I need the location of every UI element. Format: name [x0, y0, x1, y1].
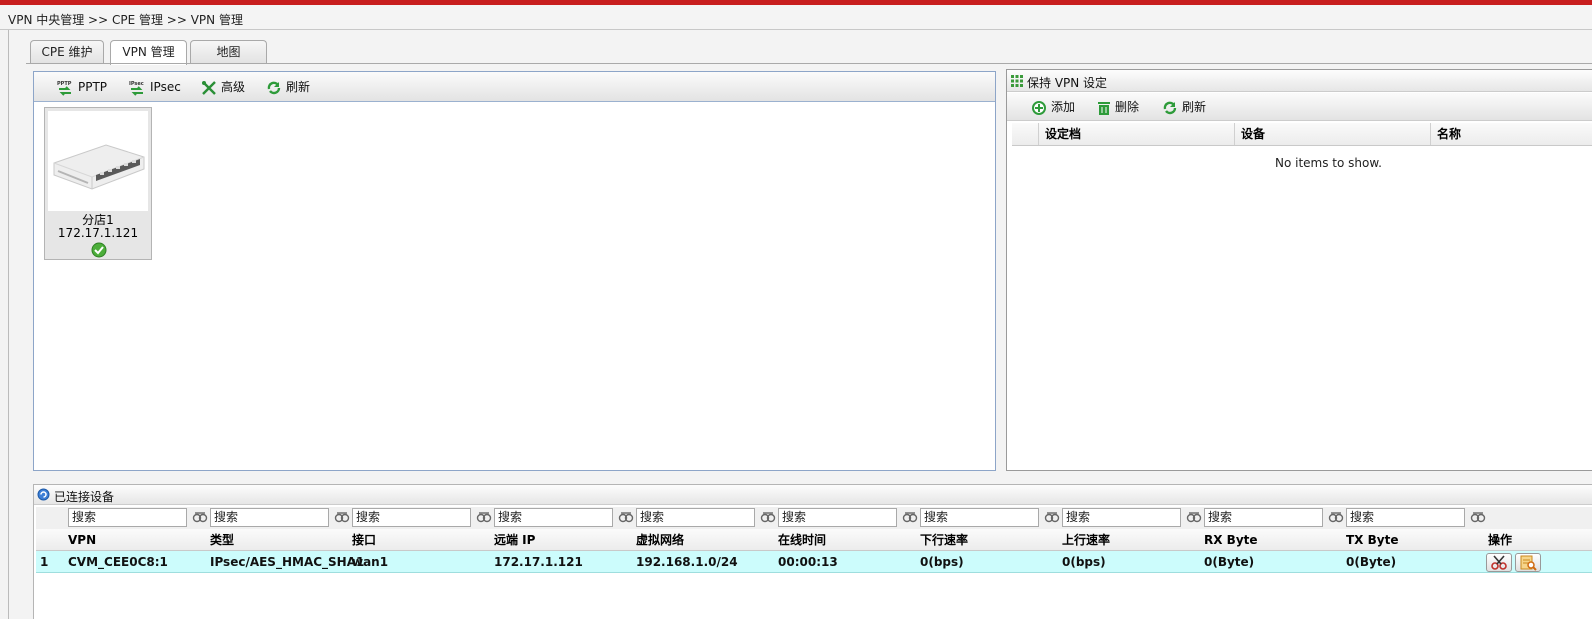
- tab-cpe-maintenance[interactable]: CPE 维护: [30, 40, 104, 64]
- cell-remote-ip: 172.17.1.121: [494, 555, 583, 569]
- col-rx-byte[interactable]: RX Byte: [1204, 529, 1258, 551]
- cell-uplink-rate: 0(bps): [1062, 555, 1106, 569]
- scissors-icon: [1491, 555, 1507, 570]
- add-button[interactable]: 添加: [1031, 94, 1075, 120]
- ipsec-label: IPsec: [150, 80, 181, 94]
- tab-underline: [26, 63, 1592, 64]
- advanced-button[interactable]: 高级: [201, 74, 245, 100]
- keep-vpn-toolbar: 添加 删除 刷新: [1007, 93, 1592, 121]
- breadcrumb-bar: VPN 中央管理 >> CPE 管理 >> VPN 管理: [0, 5, 1592, 30]
- search-options-icon[interactable]: [1044, 510, 1060, 524]
- refresh-icon: [1163, 101, 1177, 114]
- search-input[interactable]: 搜索: [68, 508, 187, 527]
- col-name[interactable]: 名称: [1430, 123, 1592, 145]
- refresh-button[interactable]: 刷新: [266, 74, 310, 100]
- keep-vpn-grid-header: 设定档 设备 名称: [1012, 123, 1592, 146]
- refresh-globe-icon: [37, 488, 50, 501]
- col-type[interactable]: 类型: [210, 529, 234, 551]
- connected-title: 已连接设备: [54, 490, 115, 504]
- keep-vpn-refresh-label: 刷新: [1182, 100, 1207, 114]
- col-interface[interactable]: 接口: [352, 529, 376, 551]
- refresh-icon: [267, 81, 281, 94]
- search-input[interactable]: 搜索: [1062, 508, 1181, 527]
- pptp-label: PPTP: [78, 80, 108, 94]
- search-options-icon[interactable]: [760, 510, 776, 524]
- cell-virtual-network: 192.168.1.0/24: [636, 555, 738, 569]
- search-options-icon[interactable]: [192, 510, 208, 524]
- search-input[interactable]: 搜索: [494, 508, 613, 527]
- ipsec-button[interactable]: IPsec IPsec: [128, 74, 181, 100]
- col-tx-byte[interactable]: TX Byte: [1346, 529, 1398, 551]
- device-toolbar: PPTP PPTP IPsec IPsec 高级 刷新: [34, 72, 995, 102]
- grid-dots-icon: [1011, 75, 1023, 87]
- search-options-icon[interactable]: [1328, 510, 1344, 524]
- col-downlink-rate[interactable]: 下行速率: [920, 529, 968, 551]
- keep-vpn-refresh-button[interactable]: 刷新: [1162, 94, 1206, 120]
- device-ip: 172.17.1.121: [57, 226, 139, 240]
- magnify-document-icon: [1520, 555, 1537, 571]
- keep-vpn-title: 保持 VPN 设定: [1027, 76, 1108, 90]
- search-input[interactable]: 搜索: [210, 508, 329, 527]
- col-remote-ip[interactable]: 远端 IP: [494, 529, 535, 551]
- delete-label: 删除: [1115, 100, 1140, 114]
- add-icon: [1032, 100, 1046, 115]
- online-status-icon: [91, 242, 107, 258]
- cell-type: IPsec/AES_HMAC_SHA1: [210, 555, 365, 569]
- col-vpn[interactable]: VPN: [68, 529, 96, 551]
- trash-icon: [1098, 101, 1110, 115]
- tab-vpn-management[interactable]: VPN 管理: [110, 40, 187, 65]
- col-uptime[interactable]: 在线时间: [778, 529, 826, 551]
- cell-tx-byte: 0(Byte): [1346, 555, 1397, 569]
- keep-vpn-titlebar: 保持 VPN 设定: [1007, 70, 1592, 92]
- search-options-icon[interactable]: [476, 510, 492, 524]
- cell-uptime: 00:00:13: [778, 555, 838, 569]
- cell-interface: wan1: [352, 555, 389, 569]
- search-input[interactable]: 搜索: [778, 508, 897, 527]
- advanced-label: 高级: [221, 80, 246, 94]
- device-panel: PPTP PPTP IPsec IPsec 高级 刷新: [33, 71, 996, 471]
- cell-rx-byte: 0(Byte): [1204, 555, 1255, 569]
- cell-vpn: CVM_CEE0C8:1: [68, 555, 168, 569]
- router-image: [48, 111, 148, 211]
- search-options-icon[interactable]: [618, 510, 634, 524]
- details-button[interactable]: [1515, 553, 1541, 572]
- svg-text:IPsec: IPsec: [129, 81, 144, 87]
- breadcrumb: VPN 中央管理 >> CPE 管理 >> VPN 管理: [8, 13, 243, 27]
- tab-map[interactable]: 地图: [190, 40, 267, 64]
- search-row: 搜索 搜索 搜索 搜索 搜索 搜索 搜索 搜索 搜索 搜索: [36, 507, 1592, 529]
- col-virtual-network[interactable]: 虚拟网络: [636, 529, 684, 551]
- search-options-icon[interactable]: [334, 510, 350, 524]
- pptp-icon: PPTP: [57, 81, 72, 96]
- refresh-label: 刷新: [286, 80, 311, 94]
- empty-message: No items to show.: [1275, 156, 1382, 170]
- cell-downlink-rate: 0(bps): [920, 555, 964, 569]
- table-row[interactable]: 1 CVM_CEE0C8:1 IPsec/AES_HMAC_SHA1 wan1 …: [36, 551, 1592, 573]
- delete-button[interactable]: 删除: [1097, 94, 1139, 120]
- col-uplink-rate[interactable]: 上行速率: [1062, 529, 1110, 551]
- col-actions: 操作: [1488, 533, 1513, 547]
- ipsec-icon: IPsec: [129, 81, 144, 96]
- add-label: 添加: [1051, 100, 1076, 114]
- connected-grid-header: VPN 类型 接口 远端 IP 虚拟网络 在线时间 下行速率 上行速率 RX B…: [36, 529, 1592, 551]
- search-options-icon[interactable]: [902, 510, 918, 524]
- svg-text:PPTP: PPTP: [57, 81, 72, 87]
- keep-vpn-panel: 保持 VPN 设定 添加 删除 刷新 设定档 设备 名称: [1006, 69, 1592, 471]
- search-input[interactable]: 搜索: [920, 508, 1039, 527]
- col-device[interactable]: 设备: [1234, 123, 1430, 145]
- search-input[interactable]: 搜索: [636, 508, 755, 527]
- device-card[interactable]: 分店1 172.17.1.121: [44, 107, 152, 260]
- row-number: 1: [40, 555, 49, 569]
- search-input[interactable]: 搜索: [1204, 508, 1323, 527]
- search-input[interactable]: 搜索: [352, 508, 471, 527]
- pptp-button[interactable]: PPTP PPTP: [56, 74, 107, 100]
- col-profile[interactable]: 设定档: [1038, 123, 1234, 145]
- router-icon: [53, 144, 145, 190]
- search-options-icon[interactable]: [1186, 510, 1202, 524]
- disconnect-button[interactable]: [1486, 553, 1512, 572]
- connected-titlebar: 已连接设备: [34, 485, 1592, 505]
- search-input[interactable]: 搜索: [1346, 508, 1465, 527]
- search-options-icon[interactable]: [1470, 510, 1486, 524]
- tools-icon: [202, 80, 216, 95]
